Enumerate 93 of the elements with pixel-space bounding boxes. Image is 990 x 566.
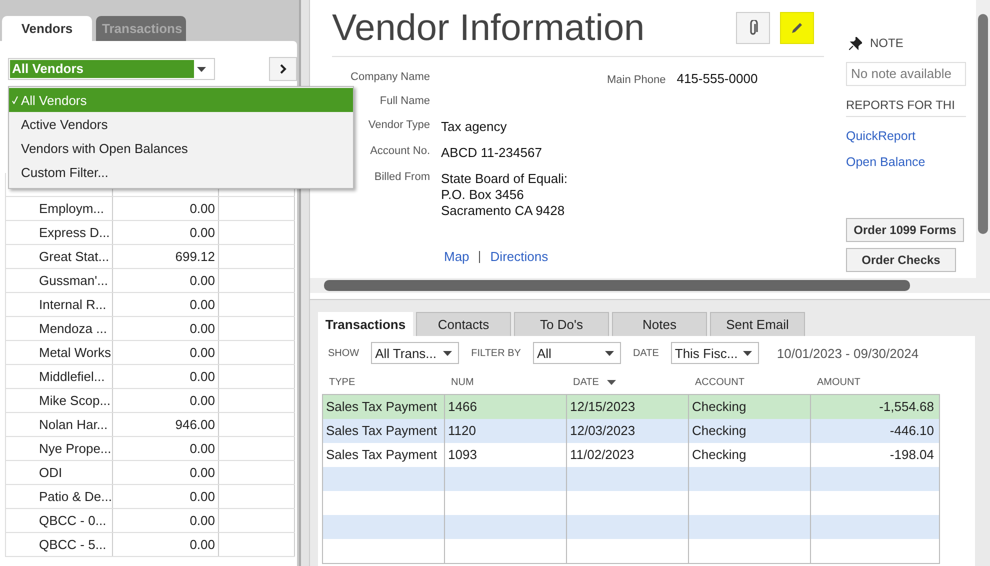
balance-cell: 0.00 [113,365,219,388]
order-button[interactable]: Order 1099 Forms [846,218,964,242]
vendor-name-cell[interactable]: Great Stat... [6,245,113,268]
transaction-row[interactable]: Sales Tax Payment 1466 12/15/2023 Checking -1,554.68 [323,395,939,419]
caret-icon [742,350,752,356]
balance-cell: 0.00 [113,197,219,220]
sort-caret-icon [606,380,616,384]
reports-heading: REPORTS FOR THI [846,98,966,117]
filter-value: All Vendors [10,60,194,78]
transactions-tab[interactable]: To Do's [514,312,609,336]
filter-dropdown[interactable]: This Fisc... [670,342,759,364]
column-header[interactable]: DATE [570,376,692,388]
menu-item[interactable]: Custom Filter... [9,160,353,184]
balance-cell: 0.00 [113,437,219,460]
pin-icon [849,36,862,50]
vendor-name-cell[interactable]: Express D... [6,221,113,244]
balance-cell: 0.00 [113,269,219,292]
panel-tab[interactable]: Vendors [2,16,92,41]
menu-item[interactable]: Vendors with Open Balances [9,136,353,160]
field-value: P.O. Box 3456 [441,187,525,203]
balance-cell: 0.00 [113,317,219,340]
balance-cell: 699.12 [113,245,219,268]
note-heading: NOTE [870,36,904,50]
filter-label: DATE [632,348,659,358]
field-value: Tax agency [441,119,507,135]
field-value: ABCD 11-234567 [441,145,542,161]
checkmark-icon [12,96,18,104]
expand-button[interactable] [269,57,297,81]
vertical-scrollbar[interactable] [976,0,990,278]
field-label: Vendor Type [367,119,430,133]
report-link[interactable]: Open Balance [846,155,966,169]
column-header[interactable]: NUM [448,376,570,388]
vendor-name-cell[interactable]: Patio & De... [6,485,113,508]
balance-cell: 0.00 [113,461,219,484]
menu-item[interactable]: All Vendors [9,88,353,112]
report-link[interactable]: QuickReport [846,129,966,143]
transactions-tab[interactable]: Notes [612,312,707,336]
field-label: Billed From [373,171,430,185]
vendor-name-cell[interactable]: Middlefiel... [6,365,113,388]
vendor-name-cell[interactable]: Mike Scop... [6,389,113,412]
transaction-row[interactable]: Sales Tax Payment 1120 12/03/2023 Checking -446.10 [323,419,939,443]
vendor-name-cell[interactable]: QBCC - 0... [6,509,113,532]
field-value: Sacramento CA 9428 [441,203,566,219]
filter-label: FILTER BY [471,348,521,358]
balance-cell: 0.00 [113,485,219,508]
menu-item[interactable]: Active Vendors [9,112,353,136]
vendor-filter-dropdown[interactable]: All Vendors [8,58,215,80]
attach-button[interactable] [736,12,770,44]
directions-link[interactable]: Directions [490,249,548,264]
field-label: Full Name [378,95,430,109]
note-field[interactable]: No note available [846,62,966,86]
balance-cell: 0.00 [113,293,219,316]
transactions-tab[interactable]: Contacts [416,312,511,336]
field-value: State Board of Equali: [441,171,568,187]
horizontal-scrollbar[interactable] [310,278,990,294]
balance-cell: 0.00 [113,341,219,364]
vendor-name-cell[interactable]: ODI [6,461,113,484]
transactions-tab[interactable]: Transactions [318,312,413,336]
chevron-icon [280,64,286,74]
vendor-name-cell[interactable]: Mendoza ... [6,317,113,340]
pencil-icon [790,21,804,35]
vendor-name-cell[interactable]: Internal R... [6,293,113,316]
map-link[interactable]: Map [444,249,470,264]
vendor-name-cell[interactable]: Metal Works [6,341,113,364]
vendor-name-cell[interactable]: Employm... [6,197,113,220]
date-range: 10/01/2023 - 09/30/2024 [776,346,919,360]
balance-cell: 0.00 [113,533,219,556]
field-label: Account No. [369,145,430,159]
filter-label: SHOW [328,348,360,358]
paperclip-icon [748,20,758,36]
field-label: Main Phone [607,74,666,86]
column-header[interactable]: TYPE [326,376,448,388]
column-header[interactable]: AMOUNT [814,376,940,388]
balance-cell: 0.00 [113,509,219,532]
caret-icon [197,66,206,72]
balance-cell: 0.00 [113,221,219,244]
page-title: Vendor Information [332,7,646,49]
vendor-name-cell[interactable]: Gussman'... [6,269,113,292]
field-label: Company Name [350,71,430,85]
balance-cell: 0.00 [113,389,219,412]
filter-dropdown[interactable]: All [532,342,621,364]
field-value: 415-555-0000 [676,71,758,87]
vendor-name-cell[interactable]: QBCC - 5... [6,533,113,556]
vendor-name-cell[interactable]: Nye Prope... [6,437,113,460]
column-header[interactable]: ACCOUNT [692,376,814,388]
balance-cell: 946.00 [113,413,219,436]
caret-icon [604,350,614,356]
caret-icon [443,350,452,356]
transactions-tab[interactable]: Sent Email [710,312,805,336]
edit-button[interactable] [780,12,814,44]
vendor-name-cell[interactable]: Nolan Har... [6,413,113,436]
filter-dropdown[interactable]: All Trans... [371,342,460,364]
order-button[interactable]: Order Checks [846,248,956,272]
